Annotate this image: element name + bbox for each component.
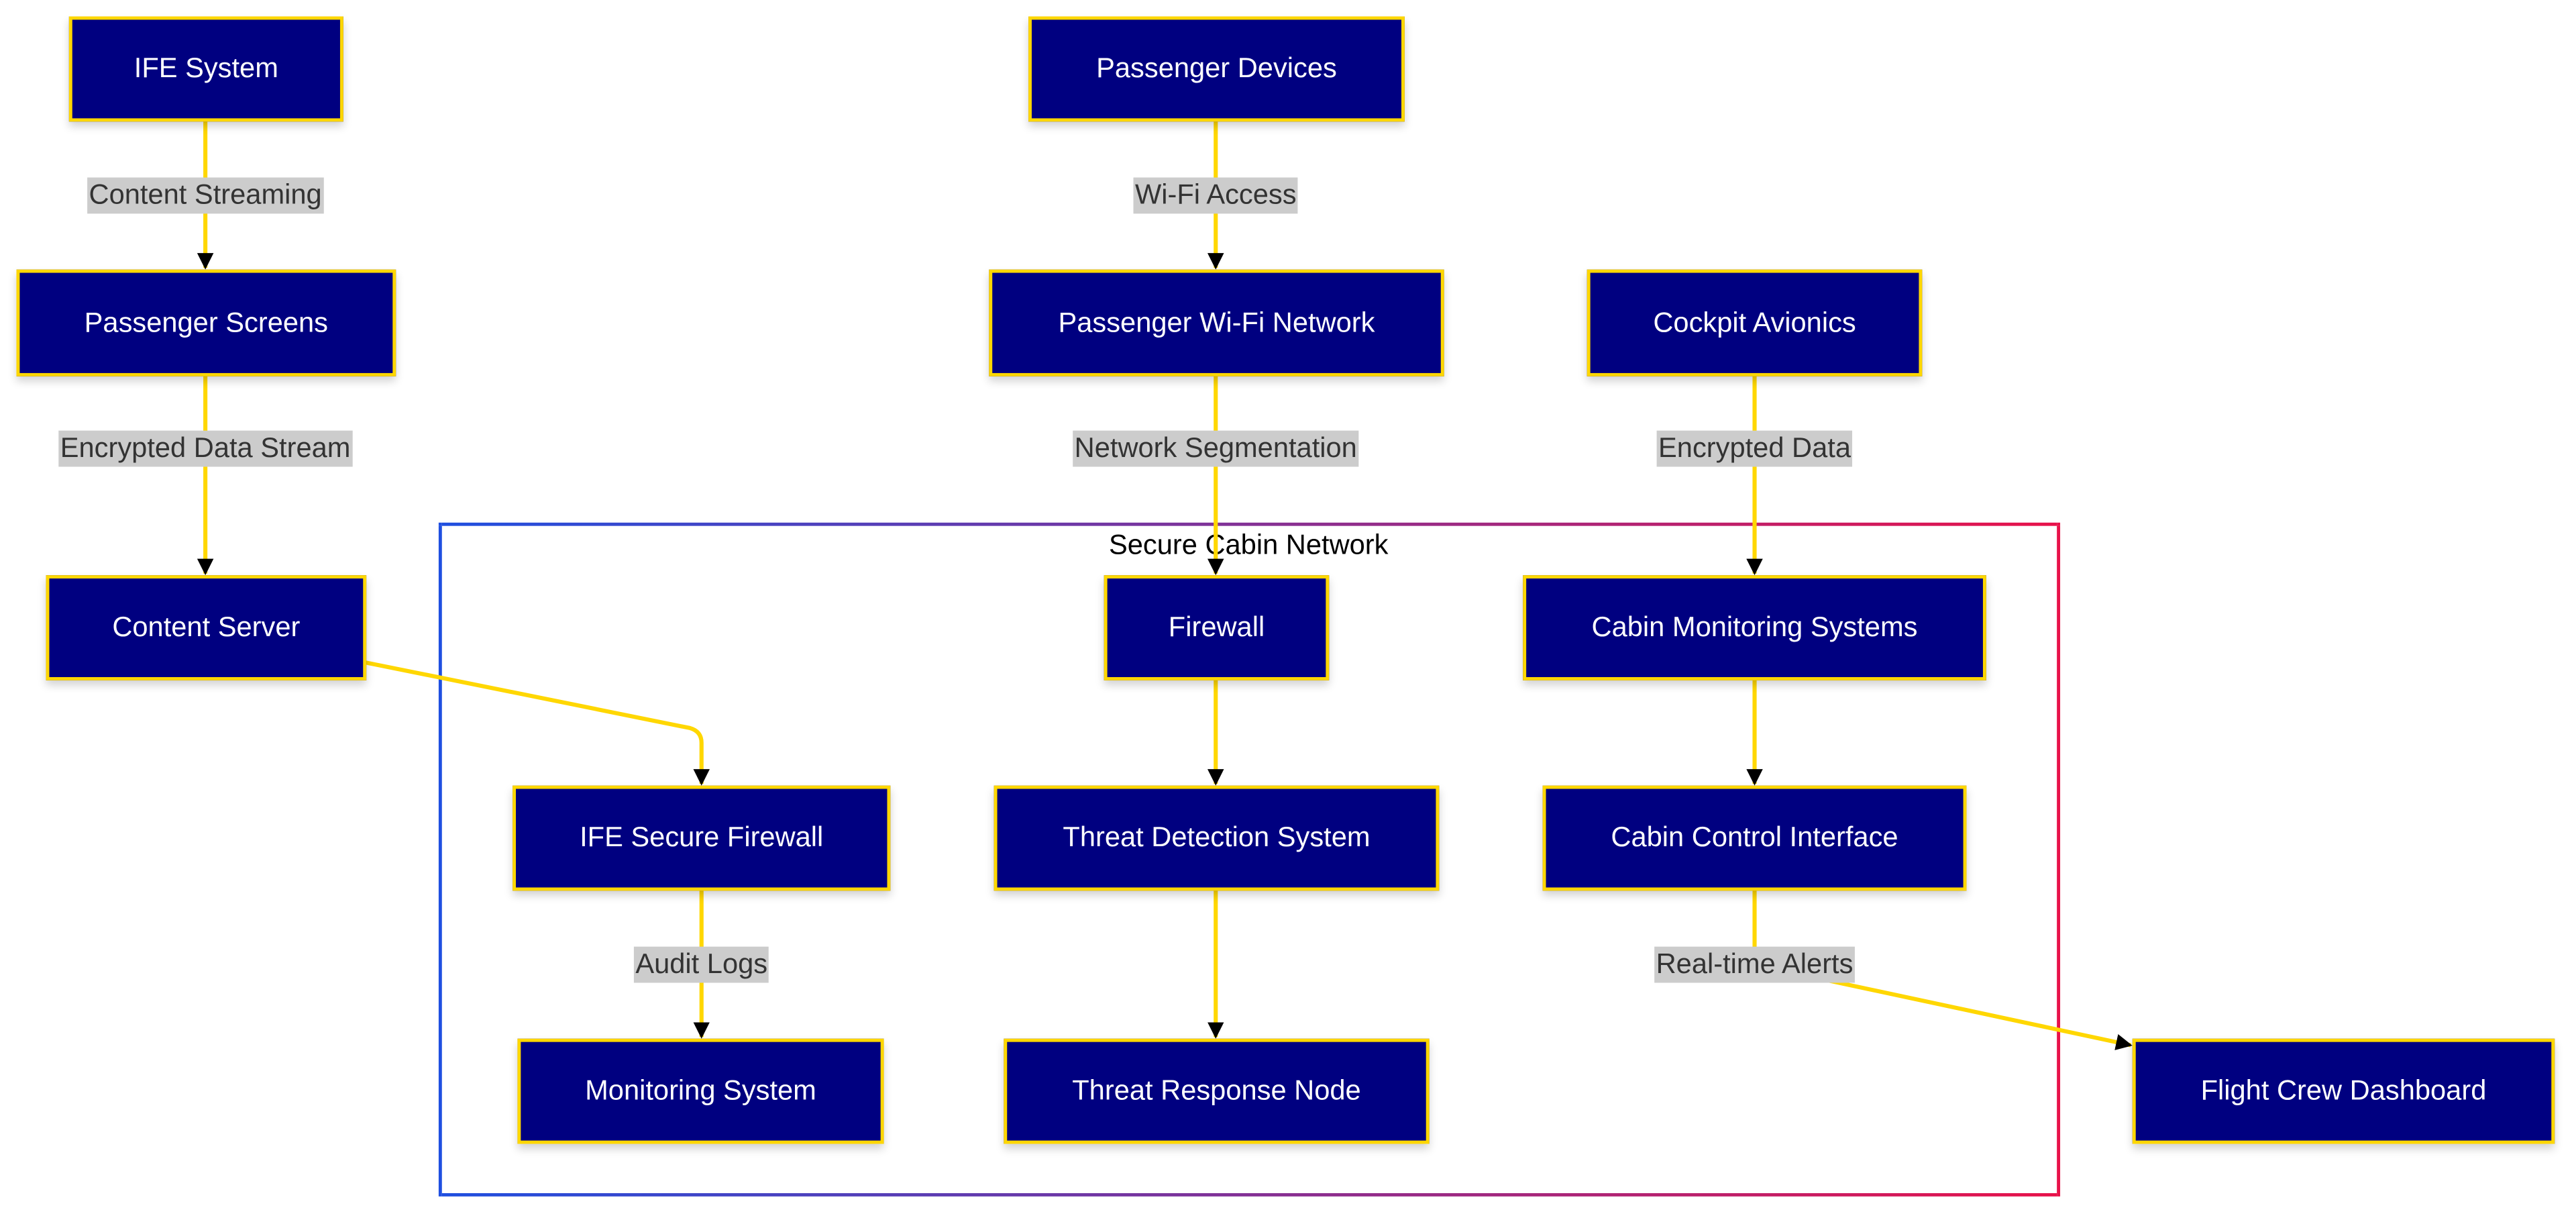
edge-label-wifi-access: Wi-Fi Access: [1133, 177, 1298, 214]
edge-content-server-to-ife-firewall: [364, 660, 710, 786]
node-passenger-devices[interactable]: Passenger Devices: [1028, 16, 1405, 122]
node-passenger-wifi-network[interactable]: Passenger Wi-Fi Network: [989, 269, 1444, 376]
node-ife-secure-firewall[interactable]: IFE Secure Firewall: [513, 785, 891, 891]
edge-label-network-segmentation: Network Segmentation: [1073, 430, 1359, 467]
edge-label-audit-logs: Audit Logs: [633, 946, 769, 983]
node-content-server[interactable]: Content Server: [46, 575, 367, 680]
edge-label-encrypted-data-stream: Encrypted Data Stream: [58, 430, 352, 467]
edge-label-content-streaming: Content Streaming: [87, 177, 324, 214]
node-ife-system[interactable]: IFE System: [68, 16, 343, 122]
node-threat-response-node[interactable]: Threat Response Node: [1004, 1038, 1430, 1144]
node-threat-detection-system[interactable]: Threat Detection System: [994, 785, 1440, 891]
node-passenger-screens[interactable]: Passenger Screens: [16, 269, 396, 376]
node-flight-crew-dashboard[interactable]: Flight Crew Dashboard: [2132, 1038, 2555, 1144]
node-cabin-control-interface[interactable]: Cabin Control Interface: [1542, 785, 1967, 891]
diagram-canvas: Secure Cabin Network IFE System Passenge…: [0, 0, 2576, 1218]
node-firewall[interactable]: Firewall: [1104, 575, 1330, 680]
node-monitoring-system[interactable]: Monitoring System: [517, 1038, 884, 1144]
edge-label-real-time-alerts: Real-time Alerts: [1654, 946, 1855, 983]
node-cockpit-avionics[interactable]: Cockpit Avionics: [1587, 269, 1923, 376]
node-cabin-monitoring-systems[interactable]: Cabin Monitoring Systems: [1523, 575, 1986, 680]
edge-label-encrypted-data: Encrypted Data: [1656, 430, 1853, 467]
